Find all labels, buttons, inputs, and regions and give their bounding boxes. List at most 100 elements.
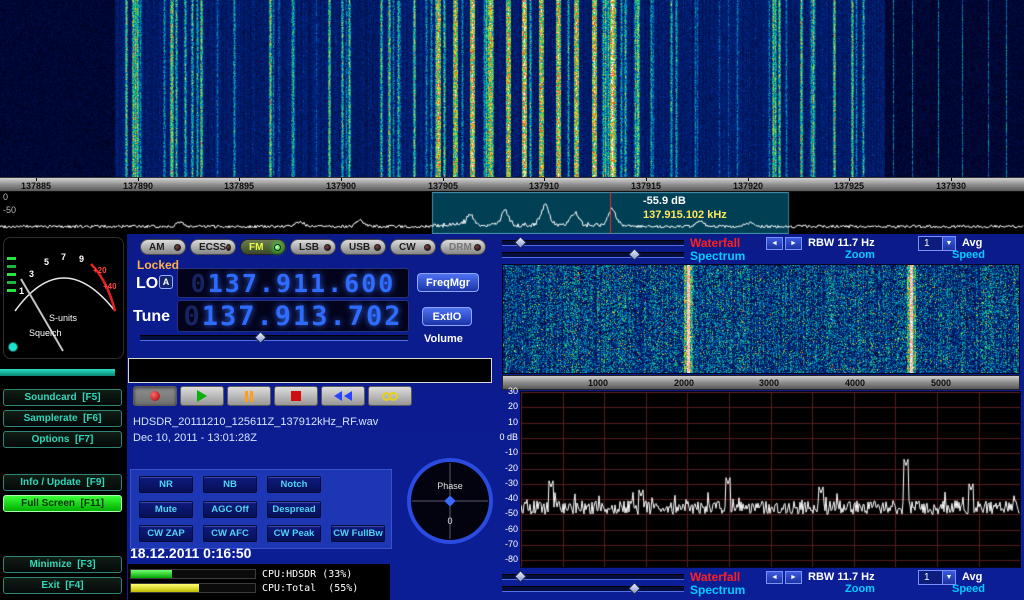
extio-button[interactable]: ExtIO — [422, 307, 472, 326]
playback-progress-bar[interactable] — [128, 358, 492, 383]
main-waterfall[interactable] — [0, 0, 1024, 177]
cw-afc-button[interactable]: CW AFC — [203, 525, 257, 542]
stop-button[interactable] — [274, 386, 318, 406]
mode-label: USB — [349, 242, 370, 253]
clock: 18.12.2011 0:16:50 — [130, 545, 251, 561]
notch-button[interactable]: Notch — [267, 476, 321, 493]
speed-label[interactable]: Speed — [952, 249, 985, 261]
mode-label: AM — [149, 242, 165, 253]
db-label: -30 — [505, 478, 518, 488]
avg-select[interactable]: 1 ▼ — [918, 236, 956, 251]
slider-thumb[interactable] — [514, 570, 527, 583]
main-waterfall-canvas[interactable] — [0, 0, 1024, 177]
nb-button[interactable]: NB — [203, 476, 257, 493]
shift-left-button[interactable]: ◄ — [766, 571, 783, 584]
despread-button[interactable]: Despread — [267, 501, 321, 518]
mode-cw[interactable]: CW — [390, 239, 436, 255]
nr-button[interactable]: NR — [139, 476, 193, 493]
cw-peak-button[interactable]: CW Peak — [267, 525, 321, 542]
mode-lsb[interactable]: LSB — [290, 239, 336, 255]
zoom-label[interactable]: Zoom — [845, 583, 875, 595]
mute-button[interactable]: Mute — [139, 501, 193, 518]
audio-tick-label: 5000 — [931, 378, 951, 388]
main-frequency-scale[interactable]: 137885 137890 137895 137900 137905 13791… — [0, 177, 1024, 192]
avg-select[interactable]: 1 ▼ — [918, 570, 956, 585]
mode-fm[interactable]: FM — [240, 239, 286, 255]
options-button[interactable]: Options [F7] — [3, 431, 122, 448]
slider-thumb[interactable] — [514, 236, 527, 249]
cw-fullbw-button[interactable]: CW FullBw — [331, 525, 385, 542]
cpu-total-bar — [130, 583, 256, 593]
mode-label: CW — [399, 242, 416, 253]
display-controls-bottom: Waterfall Spectrum ◄ ► RBW 11.7 Hz Zoom … — [500, 570, 1022, 596]
full-screen-button[interactable]: Full Screen [F11] — [3, 495, 122, 512]
waterfall-brightness-slider[interactable] — [502, 240, 684, 246]
slider-thumb[interactable] — [628, 248, 641, 261]
play-button[interactable] — [180, 386, 224, 406]
speed-label[interactable]: Speed — [952, 583, 985, 595]
mode-drm[interactable]: DRM — [440, 239, 486, 255]
mode-ecss[interactable]: ECSS — [190, 239, 236, 255]
db-label: -40 — [505, 493, 518, 503]
audio-spectrum-canvas[interactable] — [521, 392, 1020, 567]
audio-tick-label: 1000 — [588, 378, 608, 388]
db-label: -80 — [505, 554, 518, 564]
slider-thumb[interactable] — [628, 582, 641, 595]
mode-am[interactable]: AM — [140, 239, 186, 255]
waterfall-tab[interactable]: Waterfall — [690, 570, 740, 584]
phase-dial[interactable]: Phase 0 — [405, 456, 495, 546]
audio-frequency-scale[interactable]: 1000 2000 3000 4000 5000 — [502, 375, 1020, 390]
tune-label: Tune — [133, 308, 170, 326]
agc-button[interactable]: AGC Off — [203, 501, 257, 518]
spectrum-tab[interactable]: Spectrum — [690, 249, 745, 263]
samplerate-button[interactable]: Samplerate [F6] — [3, 410, 122, 427]
display-controls-top: Waterfall Spectrum ◄ ► RBW 11.7 Hz Zoom … — [500, 236, 1022, 262]
waterfall-contrast-slider[interactable] — [502, 252, 684, 258]
waterfall-brightness-slider[interactable] — [502, 574, 684, 580]
volume-slider[interactable] — [140, 335, 408, 341]
cw-zap-button[interactable]: CW ZAP — [139, 525, 193, 542]
exit-button[interactable]: Exit [F4] — [3, 577, 122, 594]
smeter-green-segment — [7, 265, 16, 268]
mode-led-icon — [174, 244, 181, 251]
playback-controls — [133, 386, 412, 406]
volume-label: Volume — [424, 333, 463, 345]
rewind-button[interactable] — [321, 386, 365, 406]
audio-spectrum[interactable] — [520, 391, 1021, 568]
soundcard-button[interactable]: Soundcard [F5] — [3, 389, 122, 406]
vfo-a-badge[interactable]: A — [159, 275, 173, 289]
freqmgr-button[interactable]: FreqMgr — [417, 273, 479, 292]
squelch-knob[interactable] — [9, 343, 18, 352]
smeter-green-segment — [7, 289, 16, 292]
volume-slider-thumb[interactable] — [254, 331, 267, 344]
info-update-button[interactable]: Info / Update [F9] — [3, 474, 122, 491]
audio-waterfall-canvas[interactable] — [503, 265, 1019, 373]
mode-label: FM — [249, 242, 263, 253]
mode-label: DRM — [449, 242, 472, 253]
audio-waterfall[interactable] — [502, 264, 1020, 374]
shift-left-button[interactable]: ◄ — [766, 237, 783, 250]
mode-led-icon — [226, 244, 231, 251]
record-button[interactable] — [133, 386, 177, 406]
shift-right-button[interactable]: ► — [785, 237, 802, 250]
waterfall-contrast-slider[interactable] — [502, 586, 684, 592]
shift-right-button[interactable]: ► — [785, 571, 802, 584]
lo-dim-digit: 0 — [191, 269, 208, 298]
squelch-label: Squelch — [29, 328, 62, 338]
waterfall-tab[interactable]: Waterfall — [690, 236, 740, 250]
spectrum-tab[interactable]: Spectrum — [690, 583, 745, 597]
loop-button[interactable] — [368, 386, 412, 406]
phase-value: 0 — [447, 516, 452, 526]
mode-usb[interactable]: USB — [340, 239, 386, 255]
zoom-label[interactable]: Zoom — [845, 249, 875, 261]
minimize-button[interactable]: Minimize [F3] — [3, 556, 122, 573]
tune-frequency-display[interactable]: 0137.913.702 — [177, 300, 409, 332]
main-spectrum-canvas[interactable] — [0, 192, 1024, 234]
avg-select-value: 1 — [919, 572, 942, 583]
lo-frequency-display[interactable]: 0137.911.600 — [177, 268, 409, 298]
freq-tick-label: 137930 — [936, 181, 966, 191]
pause-button[interactable] — [227, 386, 271, 406]
mode-selector: AM ECSS FM LSB USB CW DRM — [140, 239, 486, 255]
main-spectrum[interactable]: 0 -50 -55.9 dB 137.915.102 kHz — [0, 192, 1024, 234]
mode-led-icon — [274, 244, 281, 251]
